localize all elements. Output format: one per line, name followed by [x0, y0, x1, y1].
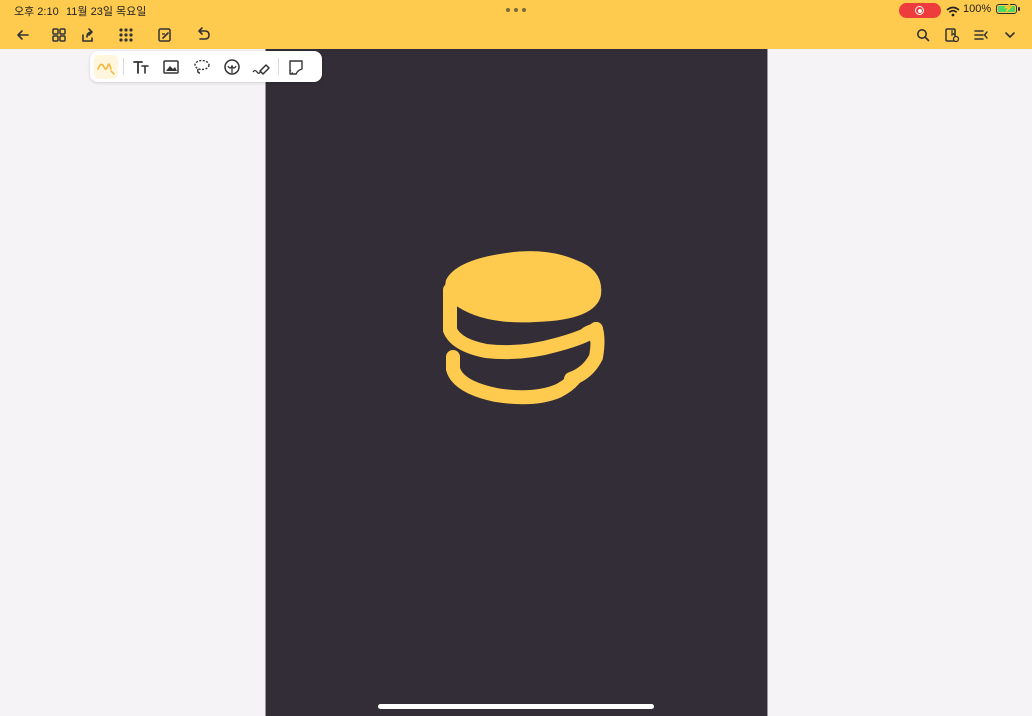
palette-divider [123, 58, 124, 75]
apps-grid-icon[interactable] [117, 26, 135, 44]
battery-percentage: 100% [963, 3, 992, 15]
app-toolbar: 오후 2:10 11월 23일 목요일 100% ⚡ [0, 0, 1032, 49]
image-tool-icon[interactable] [161, 57, 181, 77]
menu-list-icon[interactable] [972, 26, 990, 44]
grid-view-icon[interactable] [50, 26, 68, 44]
stacked-disc-sketch [436, 245, 616, 410]
status-date: 11월 23일 목요일 [66, 6, 147, 18]
back-arrow-icon[interactable] [14, 26, 32, 44]
tool-palette [90, 51, 322, 82]
sticker-tool-icon[interactable] [222, 57, 242, 77]
share-icon[interactable] [79, 26, 97, 44]
bookmark-folder-icon[interactable] [943, 26, 961, 44]
screen-recording-indicator[interactable] [899, 3, 941, 18]
shape-select-tool-icon[interactable] [286, 57, 306, 77]
status-time: 오후 2:10 [14, 6, 59, 18]
palette-divider [278, 58, 279, 75]
multitasking-dots-icon[interactable] [506, 8, 526, 14]
lasso-tool-icon[interactable] [192, 57, 212, 77]
edit-page-icon[interactable] [156, 26, 174, 44]
home-indicator[interactable] [378, 704, 654, 709]
undo-icon[interactable] [194, 26, 212, 44]
search-icon[interactable] [914, 26, 932, 44]
battery-icon: ⚡ [996, 3, 1020, 14]
wifi-icon [946, 4, 960, 17]
text-tool-icon[interactable] [131, 57, 151, 77]
eraser-tool-icon[interactable] [251, 57, 271, 77]
chevron-down-icon[interactable] [1001, 26, 1019, 44]
pen-tool-icon[interactable] [96, 57, 116, 77]
